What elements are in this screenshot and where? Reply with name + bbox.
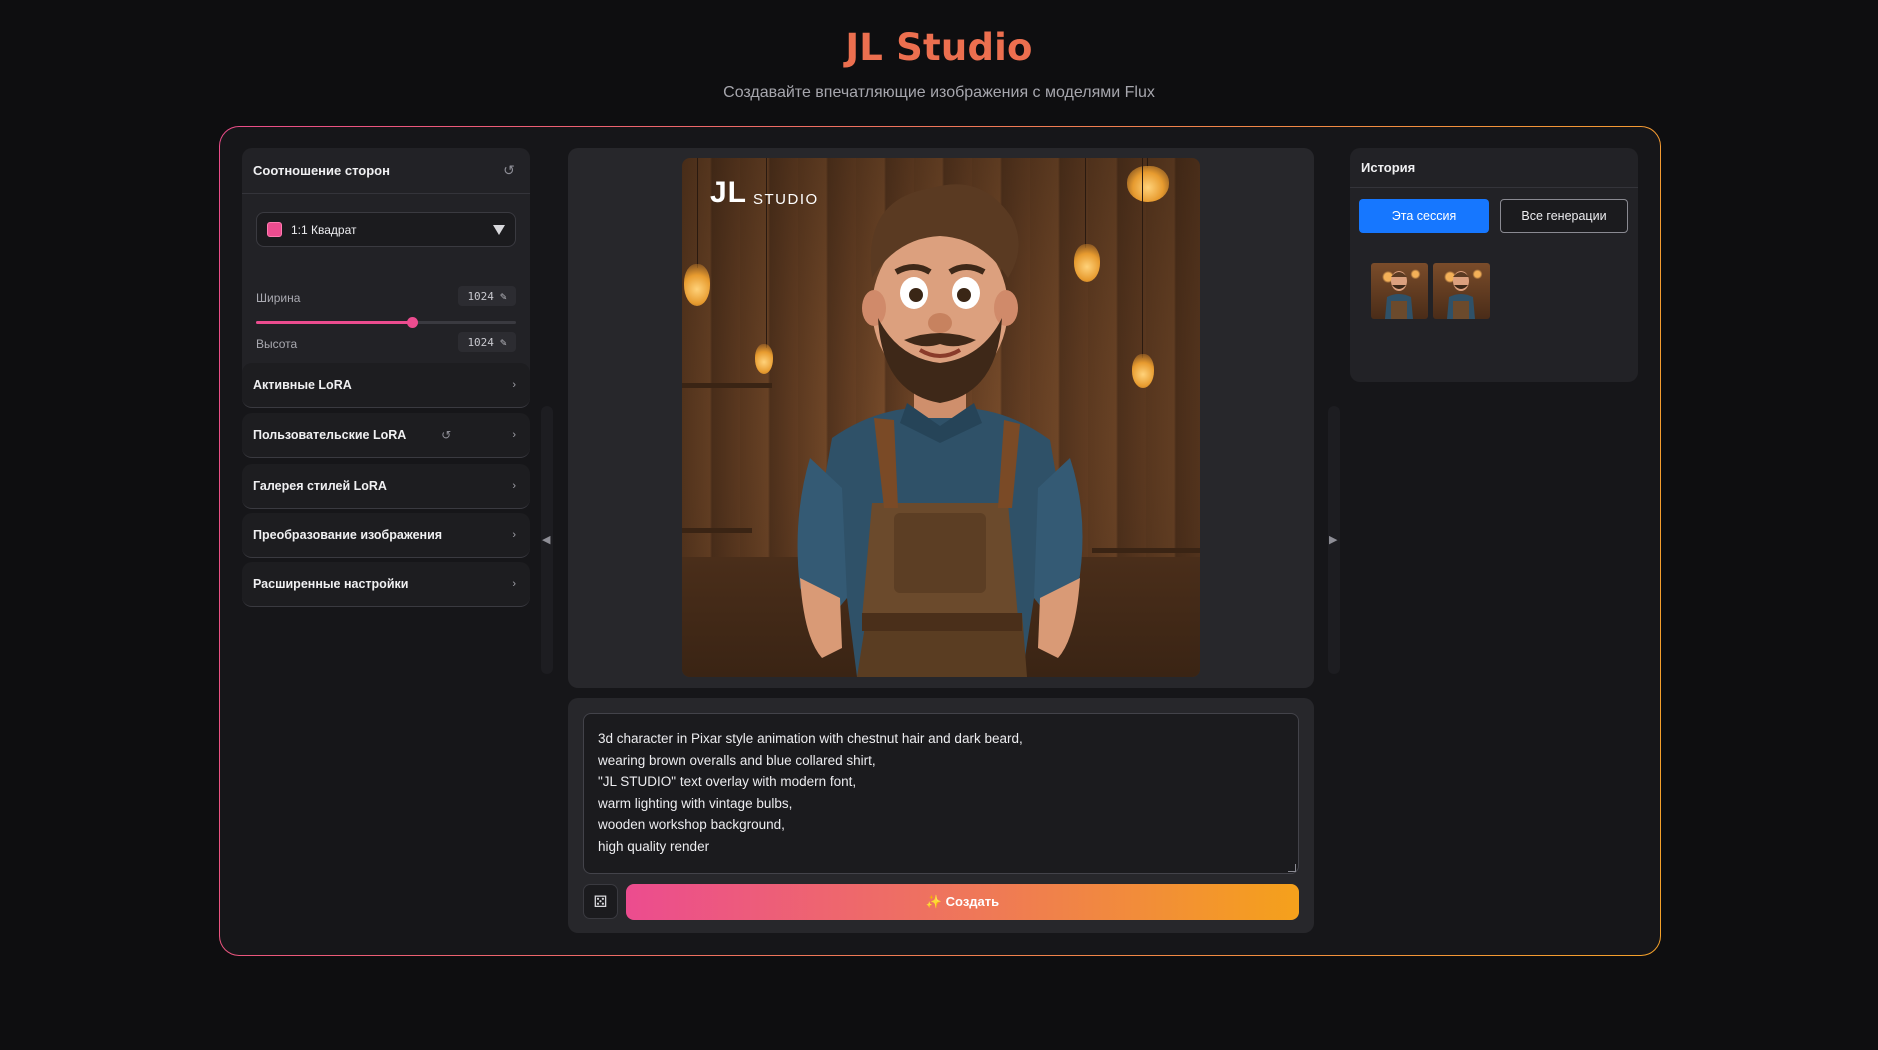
- random-prompt-button[interactable]: ⚄: [583, 884, 618, 919]
- aspect-ratio-title: Соотношение сторон: [253, 163, 390, 178]
- chevron-right-icon: ›: [512, 379, 516, 391]
- collapse-left-icon[interactable]: ◀: [542, 533, 550, 546]
- refresh-icon[interactable]: ↺: [441, 428, 451, 442]
- history-thumbnail[interactable]: [1371, 263, 1428, 319]
- generated-image[interactable]: JL STUDIO: [682, 158, 1200, 677]
- color-swatch: [267, 222, 282, 237]
- accordion-label: Пользовательские LoRA: [253, 428, 407, 442]
- aspect-ratio-select[interactable]: 1:1 Квадрат: [256, 212, 516, 247]
- accordion-active-lora[interactable]: Активные LoRA ›: [242, 363, 530, 408]
- aspect-ratio-value: 1:1 Квадрат: [291, 222, 357, 237]
- chevron-right-icon: ›: [512, 529, 516, 541]
- history-thumbnails: [1371, 263, 1490, 319]
- chevron-right-icon: ›: [512, 480, 516, 492]
- accordion-label: Галерея стилей LoRA: [253, 479, 387, 493]
- width-slider-fill: [256, 321, 412, 324]
- dropdown-arrow-icon: [493, 224, 505, 235]
- main-frame: Соотношение сторон ↺ 1:1 Квадрат Ширина …: [219, 126, 1661, 956]
- accordion-label: Активные LoRA: [253, 378, 352, 392]
- prompt-panel: 3d character in Pixar style animation wi…: [568, 698, 1314, 933]
- collapse-right-icon[interactable]: ▶: [1329, 533, 1337, 546]
- accordion-label: Расширенные настройки: [253, 577, 409, 591]
- accordion-label: Преобразование изображения: [253, 528, 443, 542]
- pencil-icon: ✎: [499, 289, 507, 303]
- width-value-box[interactable]: 1024 ✎: [458, 286, 516, 306]
- width-slider-track[interactable]: [256, 317, 516, 328]
- dice-icon: ⚄: [593, 893, 608, 911]
- logo-jl: JL: [710, 176, 748, 209]
- character-illustration: [797, 184, 1083, 677]
- app-subtitle: Создавайте впечатляющие изображения с мо…: [723, 84, 1155, 101]
- width-value: 1024: [467, 289, 494, 303]
- width-label: Ширина: [256, 291, 301, 305]
- history-title: История: [1361, 160, 1416, 175]
- accordion-custom-lora[interactable]: Пользовательские LoRA ↺ ›: [242, 413, 530, 458]
- accordion-lora-gallery[interactable]: Галерея стилей LoRA ›: [242, 464, 530, 509]
- chevron-right-icon: ›: [512, 429, 516, 441]
- thumbnail-figure: [1447, 271, 1475, 319]
- thumbnail-figure: [1385, 271, 1413, 319]
- accordion-image-transform[interactable]: Преобразование изображения ›: [242, 513, 530, 558]
- image-viewer: JL STUDIO: [568, 148, 1314, 688]
- chevron-right-icon: ›: [512, 578, 516, 590]
- height-value: 1024: [467, 335, 494, 349]
- height-value-box[interactable]: 1024 ✎: [458, 332, 516, 352]
- pencil-icon: ✎: [499, 335, 507, 349]
- tab-all-generations[interactable]: Все генерации: [1500, 199, 1628, 233]
- logo-studio: STUDIO: [753, 191, 819, 208]
- history-panel: История Эта сессия Все генерации: [1350, 148, 1638, 382]
- width-slider-thumb[interactable]: [407, 317, 418, 328]
- resize-handle-icon[interactable]: [1288, 864, 1296, 872]
- accordion-advanced-settings[interactable]: Расширенные настройки ›: [242, 562, 530, 607]
- height-label: Высота: [256, 337, 298, 351]
- tab-this-session[interactable]: Эта сессия: [1359, 199, 1489, 233]
- prompt-textarea[interactable]: 3d character in Pixar style animation wi…: [583, 713, 1299, 874]
- image-logo: JL STUDIO: [710, 178, 819, 208]
- generate-label: ✨ Создать: [925, 894, 1000, 909]
- app-title: JL Studio: [845, 26, 1033, 69]
- history-thumbnail[interactable]: [1433, 263, 1490, 319]
- reset-icon[interactable]: ↺: [500, 162, 518, 179]
- aspect-ratio-panel: Соотношение сторон ↺ 1:1 Квадрат Ширина …: [242, 148, 530, 393]
- generate-button[interactable]: ✨ Создать: [626, 884, 1299, 920]
